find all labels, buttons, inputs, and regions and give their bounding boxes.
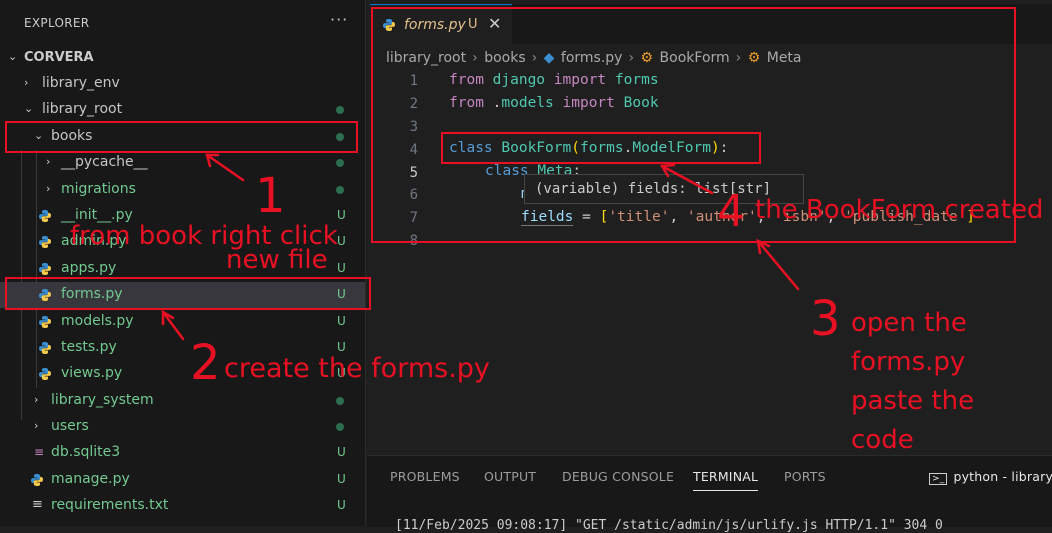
annotation-text-2: create the forms.py [224,353,490,384]
annotation-number-3: 3 [810,291,841,347]
annotation-number-4: 4 [717,186,745,237]
annotation-text-1b: new file [226,245,328,275]
annotation-number-1: 1 [255,168,286,224]
annotation-text-3-line: paste the [851,386,975,416]
annotation-text-3-line: code [851,425,914,455]
annotation-text-3: open the forms.py paste the code [851,304,974,460]
annotation-number-2: 2 [190,335,221,391]
annotation-text-4: the BookForm created [755,195,1044,225]
annotation-text-3-line: forms.py [851,347,966,377]
annotation-text-3-line: open the [851,308,967,338]
